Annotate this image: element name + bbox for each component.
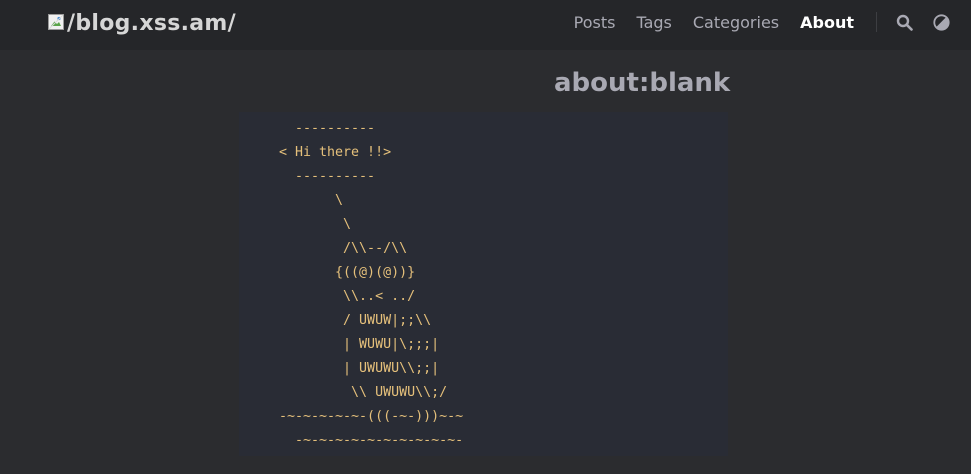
code-block: ---------- < Hi there !!> ---------- \ \… [239,112,728,456]
site-header: /blog.xss.am/ Posts Tags Categories Abou… [0,0,971,50]
nav-posts[interactable]: Posts [574,13,616,32]
nav-tags[interactable]: Tags [636,13,671,32]
theme-toggle-icon[interactable] [932,13,950,31]
page-title: about:blank [554,68,731,98]
site-logo-link[interactable]: /blog.xss.am/ [48,9,236,37]
search-icon[interactable] [895,13,913,31]
nav-categories[interactable]: Categories [693,13,779,32]
ascii-art: ---------- < Hi there !!> ---------- \ \… [279,121,464,448]
nav-about[interactable]: About [800,13,854,32]
main-nav: Posts Tags Categories About [574,0,971,44]
site-logo-text: /blog.xss.am/ [67,10,236,36]
broken-image-icon [48,14,64,30]
nav-divider [876,12,877,32]
